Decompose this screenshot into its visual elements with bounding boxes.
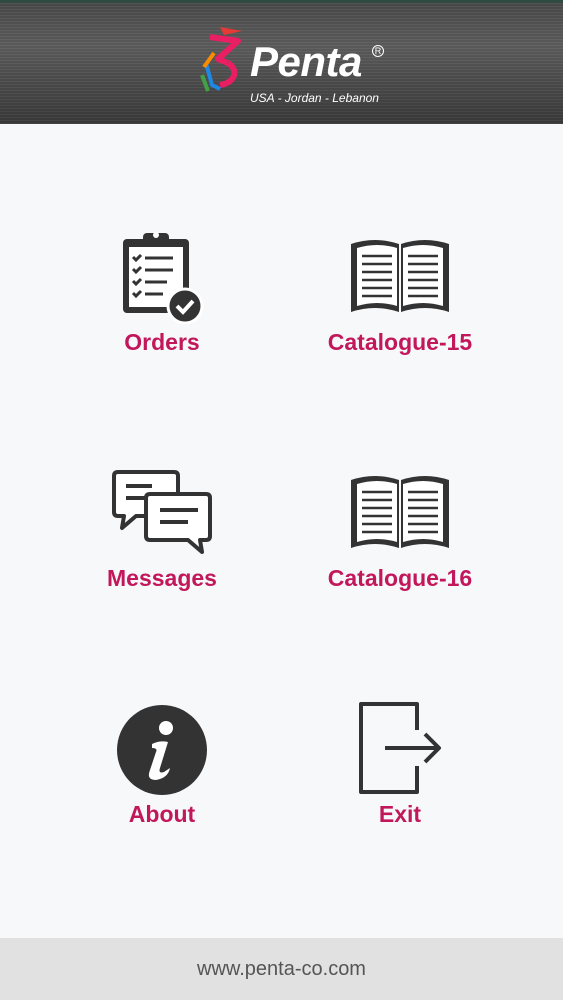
footer: www.penta-co.com (0, 938, 563, 1000)
penta-logo-mark-icon (200, 27, 242, 92)
exit-icon (359, 702, 441, 794)
website-link[interactable]: www.penta-co.com (197, 958, 366, 981)
menu-item-catalogue-15[interactable]: Catalogue-15 (290, 224, 510, 374)
menu-item-about[interactable]: About (52, 696, 272, 846)
menu-item-label: Exit (378, 801, 422, 827)
menu-item-label: Orders (124, 329, 200, 355)
menu-item-label: Messages (107, 565, 217, 591)
info-icon (117, 705, 207, 795)
clipboard-check-icon (123, 232, 204, 324)
menu-item-label: Catalogue-15 (327, 329, 473, 355)
chat-bubbles-icon (112, 470, 212, 554)
app-header: Penta R USA - Jordan - Lebanon (0, 0, 563, 124)
open-book-icon (351, 476, 449, 548)
brand-name: Penta (250, 38, 362, 85)
menu-item-label: About (128, 801, 196, 827)
penta-logo: Penta R USA - Jordan - Lebanon (198, 23, 398, 113)
menu-item-label: Catalogue-16 (327, 565, 473, 591)
brand-tagline: USA - Jordan - Lebanon (250, 91, 379, 105)
menu-item-exit[interactable]: Exit (290, 696, 510, 846)
main-menu: Orders Catalogue-15 Messages Catalogue-1… (0, 124, 563, 938)
menu-item-catalogue-16[interactable]: Catalogue-16 (290, 460, 510, 610)
registered-mark: R (372, 45, 384, 57)
open-book-icon (351, 240, 449, 312)
menu-item-orders[interactable]: Orders (52, 224, 272, 374)
menu-item-messages[interactable]: Messages (52, 460, 272, 610)
